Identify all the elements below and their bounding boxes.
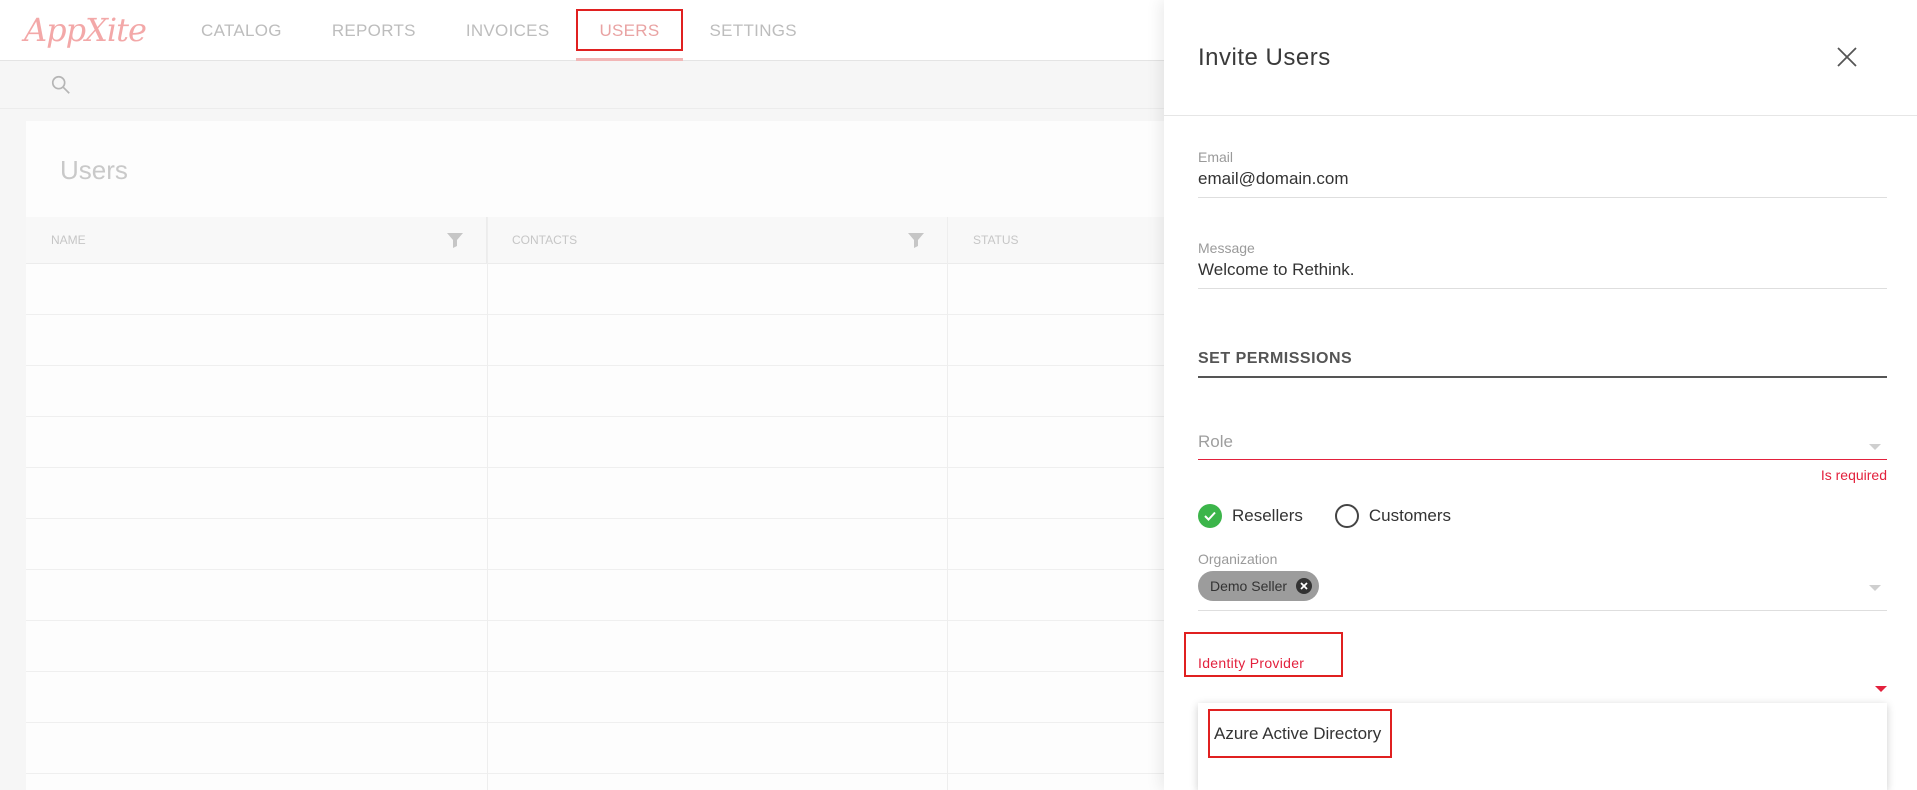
radio-resellers[interactable]: Resellers [1198,504,1303,528]
table-row[interactable] [26,366,1216,417]
scope-radio-group: Resellers Customers [1198,503,1483,529]
role-select[interactable]: Role [1198,432,1887,460]
nav-users[interactable]: USERS [574,0,684,61]
role-placeholder: Role [1198,432,1233,451]
column-header-name[interactable]: NAME [26,217,487,263]
panel-header: Invite Users [1164,0,1917,116]
chevron-down-icon[interactable] [1869,444,1881,450]
table-row[interactable] [26,468,1216,519]
email-field[interactable]: Email email@domain.com [1198,149,1887,198]
check-circle-icon [1198,504,1222,528]
panel-title: Invite Users [1198,44,1331,71]
column-name-label: NAME [51,233,86,247]
organization-chip-label: Demo Seller [1210,578,1288,594]
chevron-down-icon[interactable] [1869,585,1881,591]
column-divider [947,217,948,790]
email-label: Email [1198,149,1234,165]
table-row[interactable] [26,570,1216,621]
set-permissions-heading: SET PERMISSIONS [1198,350,1887,378]
radio-resellers-label: Resellers [1232,506,1303,525]
invite-users-panel: Invite Users Email email@domain.com Mess… [1164,0,1917,790]
identity-provider-dropdown: Azure Active Directory [1198,703,1887,790]
chevron-down-icon[interactable] [1875,686,1887,692]
page-title: Users [60,155,128,185]
nav-catalog[interactable]: CATALOG [176,0,307,61]
radio-circle-icon [1334,504,1359,528]
email-input[interactable]: email@domain.com [1198,169,1887,198]
column-contacts-label: CONTACTS [512,233,578,247]
message-field[interactable]: Message Welcome to Rethink. [1198,240,1887,289]
column-header-contacts[interactable]: CONTACTS [487,217,948,263]
message-input[interactable]: Welcome to Rethink. [1198,260,1887,289]
search-icon[interactable] [50,74,72,96]
dropdown-option-azure-ad[interactable]: Azure Active Directory [1208,709,1392,758]
table-row[interactable] [26,723,1216,774]
organization-chip: Demo Seller [1198,571,1320,601]
nav-invoices[interactable]: INVOICES [441,0,575,61]
close-icon[interactable] [1832,42,1862,72]
table-row[interactable] [26,315,1216,366]
organization-select[interactable]: Demo Seller [1198,571,1887,611]
highlight-box [576,9,683,51]
identity-provider-label: Identity Provider [1198,655,1305,671]
users-card: Users NAME CONTACTS STATUS [26,121,1216,790]
radio-customers-label: Customers [1368,506,1452,525]
role-error-text: Is required [1820,467,1887,483]
table-row[interactable] [26,264,1216,315]
app-logo[interactable]: AppXite [24,11,147,49]
nav-settings[interactable]: SETTINGS [685,0,822,61]
organization-label: Organization [1198,551,1278,567]
message-label: Message [1198,240,1255,256]
filter-icon[interactable] [907,231,925,249]
table-row[interactable] [26,621,1216,672]
table-row[interactable] [26,672,1216,723]
column-status-label: STATUS [973,233,1019,247]
table-row[interactable] [26,417,1216,468]
table-row[interactable] [26,519,1216,570]
nav-reports[interactable]: REPORTS [307,0,441,61]
column-divider [487,217,488,790]
remove-chip-icon[interactable] [1295,577,1313,595]
radio-customers[interactable]: Customers [1334,504,1452,528]
main-nav: CATALOG REPORTS INVOICES USERS SETTINGS [176,0,822,61]
users-table-header: NAME CONTACTS STATUS [26,217,1216,264]
organization-field[interactable]: Organization Demo Seller [1198,551,1887,611]
filter-icon[interactable] [446,231,464,249]
